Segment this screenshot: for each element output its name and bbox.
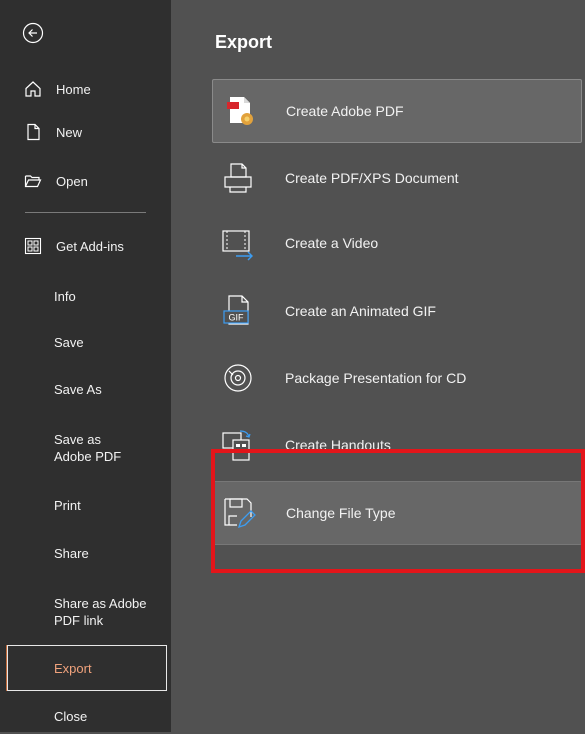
nav-item-close[interactable]: Close: [0, 698, 171, 734]
printer-document-icon: [216, 156, 260, 200]
nav-item-label: Save As: [54, 381, 102, 397]
option-label: Create PDF/XPS Document: [285, 170, 459, 186]
create-handouts-option[interactable]: Create Handouts: [212, 413, 582, 477]
nav-item-save-as[interactable]: Save As: [0, 371, 171, 407]
nav-item-home[interactable]: Home: [0, 71, 171, 107]
video-film-icon: [216, 221, 260, 265]
nav-item-save[interactable]: Save: [0, 324, 171, 360]
nav-item-label: New: [56, 124, 83, 140]
export-pane: Export Create Adobe PDF Create PDF/XPS D…: [171, 0, 585, 732]
nav-item-export[interactable]: Export: [7, 645, 167, 691]
nav-item-label: Home: [56, 81, 91, 97]
nav-item-new[interactable]: New: [0, 114, 171, 150]
nav-item-label: Get Add-ins: [56, 238, 124, 254]
adobe-pdf-icon: [217, 89, 261, 133]
cd-disc-icon: [216, 356, 260, 400]
nav-item-label: Print: [54, 497, 81, 513]
nav-item-label: Share as Adobe PDF link: [54, 596, 147, 628]
nav-divider: [25, 212, 146, 213]
backstage-view: Home New Open Get Add-ins Info Save Save…: [0, 0, 585, 732]
nav-item-info[interactable]: Info: [0, 278, 171, 314]
addins-grid-icon: [24, 237, 42, 255]
nav-item-share-as-adobe-pdf-link[interactable]: Share as Adobe PDF link: [0, 590, 150, 634]
nav-item-label: Close: [54, 708, 88, 724]
nav-item-label: Share: [54, 545, 89, 561]
home-icon: [24, 80, 42, 98]
option-label: Create a Video: [285, 235, 379, 251]
handouts-icon: [216, 423, 260, 467]
change-file-type-option[interactable]: Change File Type: [212, 481, 582, 545]
nav-item-label: Info: [54, 288, 76, 304]
option-label: Create Handouts: [285, 437, 391, 453]
nav-item-label: Save as Adobe PDF: [54, 432, 122, 464]
svg-text:GIF: GIF: [229, 313, 245, 323]
nav-item-get-addins[interactable]: Get Add-ins: [0, 228, 171, 264]
nav-item-open[interactable]: Open: [0, 163, 171, 199]
back-arrow-icon[interactable]: [22, 22, 44, 44]
new-document-icon: [24, 123, 42, 141]
gif-file-icon: GIF: [216, 289, 260, 333]
create-video-option[interactable]: Create a Video: [212, 211, 582, 275]
create-adobe-pdf-option[interactable]: Create Adobe PDF: [212, 79, 582, 143]
option-label: Change File Type: [286, 505, 396, 521]
nav-item-label: Save: [54, 334, 84, 350]
option-label: Create an Animated GIF: [285, 303, 436, 319]
option-label: Package Presentation for CD: [285, 370, 467, 386]
nav-item-label: Export: [54, 660, 92, 676]
change-file-type-icon: [217, 491, 261, 535]
backstage-nav: Home New Open Get Add-ins Info Save Save…: [0, 0, 171, 732]
create-pdf-xps-option[interactable]: Create PDF/XPS Document: [212, 146, 582, 210]
create-animated-gif-option[interactable]: GIF Create an Animated GIF: [212, 279, 582, 343]
nav-item-print[interactable]: Print: [0, 487, 171, 523]
nav-item-share[interactable]: Share: [0, 535, 171, 571]
option-label: Create Adobe PDF: [286, 103, 404, 119]
nav-item-save-as-adobe-pdf[interactable]: Save as Adobe PDF: [0, 426, 130, 470]
package-presentation-cd-option[interactable]: Package Presentation for CD: [212, 346, 582, 410]
nav-item-label: Open: [56, 173, 88, 189]
page-title: Export: [215, 32, 273, 52]
open-folder-icon: [24, 172, 42, 190]
